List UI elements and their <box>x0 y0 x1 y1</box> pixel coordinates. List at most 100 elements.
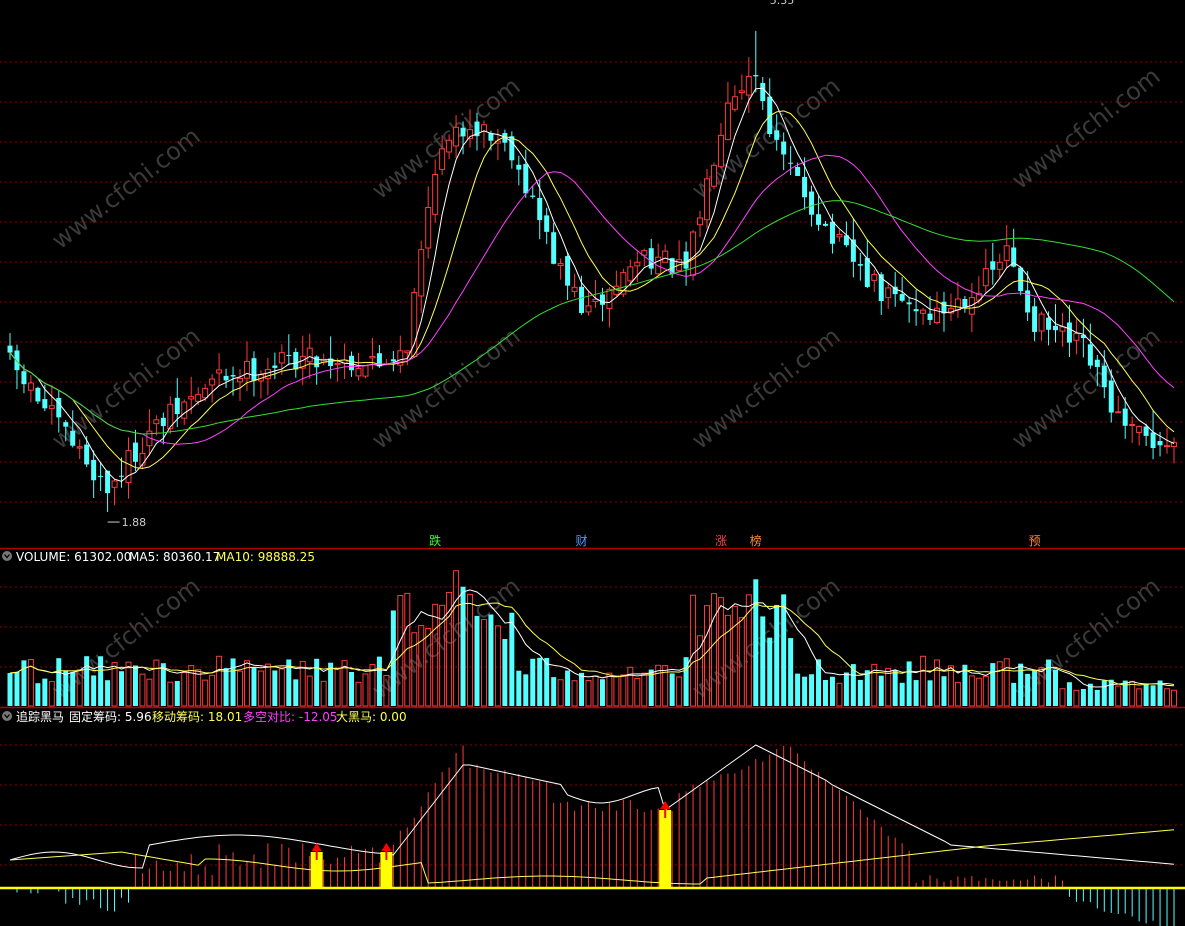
volume-bar-down <box>878 675 884 706</box>
candle-body-down <box>913 309 919 312</box>
volume-bar-down <box>509 612 515 706</box>
volume-bar-up <box>585 679 592 707</box>
long-short-label: 多空对比: -12.05 <box>243 710 338 724</box>
collapse-circle-icon[interactable] <box>2 711 12 721</box>
volume-bar-down <box>767 637 773 706</box>
volume-bar-down <box>579 672 585 706</box>
watermark-text: www.cfchi.com <box>366 572 525 705</box>
volume-bar-down <box>390 610 396 706</box>
candle-body-up <box>153 419 160 425</box>
candle-body-up <box>181 401 188 419</box>
candle-body-up <box>585 305 592 313</box>
volume-bar-down <box>1025 673 1031 706</box>
candle-body-up <box>188 396 195 400</box>
volume-bar-down <box>174 680 180 706</box>
candle-body-down <box>516 164 522 170</box>
candle-body-up <box>710 164 717 187</box>
candle-body-down <box>899 294 905 301</box>
volume-bar-down <box>1032 670 1038 706</box>
volume-bar-down <box>829 676 835 706</box>
candle-body-up <box>731 96 738 110</box>
volume-bar-down <box>802 676 808 706</box>
candle-body-down <box>119 475 125 477</box>
volume-bar-down <box>795 673 801 706</box>
volume-bar-up <box>188 665 195 707</box>
volume-bar-up <box>1059 688 1066 707</box>
candle-body-up <box>195 393 202 402</box>
volume-bar-down <box>1101 680 1107 706</box>
volume-bar-up <box>947 665 954 707</box>
candle-body-down <box>906 302 912 305</box>
volume-bar-up <box>306 675 313 707</box>
volume-bar-down <box>223 668 229 706</box>
volume-ma5-label: MA5: 80360.17 <box>129 550 220 564</box>
volume-bar-down <box>537 657 543 706</box>
candle-body-up <box>836 233 843 238</box>
volume-bar-up <box>1136 688 1143 707</box>
candle-body-down <box>251 358 257 381</box>
volume-bar-down <box>91 675 97 706</box>
candle-body-up <box>1003 245 1010 261</box>
candle-body-down <box>21 371 27 385</box>
max-price-marker: 5.35 <box>770 0 795 7</box>
candle-body-down <box>230 375 236 377</box>
candle-body-up <box>717 134 724 168</box>
volume-bar-up <box>836 682 843 707</box>
volume-bar-down <box>56 658 62 706</box>
candle-body-up <box>425 206 432 249</box>
collapse-circle-icon[interactable] <box>2 551 12 561</box>
candle-body-down <box>98 475 104 477</box>
candle-body-down <box>530 195 536 197</box>
volume-bar-down <box>293 679 299 706</box>
candle-body-up <box>738 90 745 94</box>
candle-body-down <box>809 191 815 215</box>
candle-body-up <box>306 347 313 363</box>
volume-bar-up <box>181 672 188 707</box>
min-price-marker: 1.88 <box>122 516 147 529</box>
candle-body-up <box>627 266 634 282</box>
volume-bar-up <box>334 667 341 707</box>
candle-body-up <box>697 217 704 226</box>
volume-ma10-label: MA10: 98888.25 <box>216 550 315 564</box>
candle-body-down <box>802 176 808 198</box>
candle-body-down <box>795 166 801 176</box>
volume-bar-down <box>1018 663 1024 706</box>
candle-body-up <box>982 268 989 287</box>
candle-body-down <box>293 352 299 370</box>
candle-body-down <box>132 442 138 462</box>
volume-bar-down <box>523 674 529 706</box>
volume-bar-down <box>1053 669 1058 706</box>
candle-body-up <box>278 352 285 364</box>
volume-bar-up <box>1164 688 1171 707</box>
candle-body-down <box>857 264 863 266</box>
candle-body-down <box>760 83 766 102</box>
candle-body-down <box>565 256 571 286</box>
event-tag[interactable]: 涨 <box>715 533 727 548</box>
volume-bar-up <box>996 661 1003 707</box>
volume-bar-down <box>502 638 508 706</box>
candle-body-down <box>1150 432 1156 448</box>
volume-bar-down <box>599 679 605 706</box>
volume-bar-up <box>278 668 285 707</box>
fixed-chips-label: 固定筹码: 5.96 <box>69 709 152 724</box>
candle-body-up <box>76 446 83 449</box>
event-tag[interactable]: 榜 <box>750 533 762 548</box>
watermark-text: www.cfchi.com <box>1006 62 1165 195</box>
volume-bar-up <box>1115 685 1122 707</box>
candle-body-down <box>223 375 229 381</box>
volume-bar-up <box>480 619 487 707</box>
volume-bar-up <box>627 666 634 707</box>
volume-header: VOLUME: 61302.00 MA5: 80360.17 MA10: 988… <box>2 550 315 564</box>
candle-body-down <box>781 141 787 155</box>
candle-body-down <box>1094 359 1100 368</box>
event-tag[interactable]: 跌 <box>429 533 441 548</box>
candle-body-up <box>662 250 669 263</box>
candle-body-up <box>418 249 425 297</box>
volume-bar-up <box>257 670 264 707</box>
event-tag[interactable]: 财 <box>576 534 588 548</box>
signal-arrow-icon <box>660 801 671 809</box>
volume-bar-up <box>494 625 501 707</box>
volume-bar-up <box>167 681 174 707</box>
event-tag[interactable]: 预 <box>1029 534 1041 548</box>
candle-body-down <box>84 444 90 465</box>
